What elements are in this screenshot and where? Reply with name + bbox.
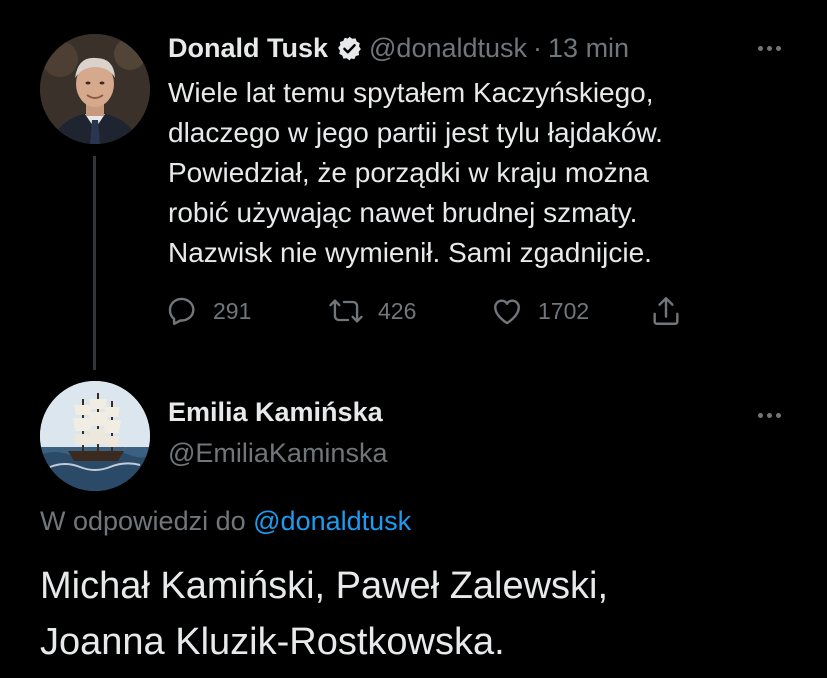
retweet-icon — [328, 294, 364, 328]
like-button[interactable]: 1702 — [490, 292, 589, 330]
tweet-header: Donald Tusk @donaldtusk · 13 min — [168, 30, 629, 66]
more-options-icon[interactable] — [752, 38, 786, 58]
share-icon — [649, 294, 683, 328]
retweet-count: 426 — [378, 297, 417, 324]
like-count: 1702 — [538, 297, 590, 324]
reply-count: 291 — [213, 297, 252, 324]
replying-to-mention-link[interactable]: @donaldtusk — [253, 506, 411, 536]
reply-text-line: Michał Kamiński, Paweł Zalewski, — [40, 565, 609, 607]
tweet-text-line: robić używając nawet brudnej szmaty. — [168, 197, 638, 228]
tweet-timestamp[interactable]: 13 min — [548, 33, 629, 64]
more-options-icon[interactable] — [752, 405, 786, 425]
author-handle[interactable]: @donaldtusk — [369, 33, 527, 64]
heart-icon — [490, 294, 524, 328]
reply-text-line: Joanna Kluzik-Rostkowska. — [40, 621, 505, 663]
reply-button[interactable]: 291 — [165, 292, 251, 330]
author-display-name[interactable]: Donald Tusk — [168, 33, 328, 64]
sailing-ship-avatar-icon[interactable] — [40, 381, 150, 491]
tweet-text: Wiele lat temu spytałem Kaczyńskiego, dl… — [168, 73, 768, 273]
reply-text: Michał Kamiński, Paweł Zalewski, Joanna … — [40, 558, 608, 670]
share-button[interactable] — [649, 292, 683, 330]
tweet-text-line: Powiedział, że porządki w kraju można — [168, 157, 649, 188]
tweet-text-line: Wiele lat temu spytałem Kaczyńskiego, — [168, 77, 654, 108]
tweet-text-line: Nazwisk nie wymienił. Sami zgadnijcie. — [168, 237, 652, 268]
reply-icon — [165, 294, 199, 328]
avatar-photo-icon[interactable] — [40, 34, 150, 144]
tweet-text-line: dlaczego w jego partii jest tylu łajdakó… — [168, 117, 663, 148]
replying-to-prefix: W odpowiedzi do — [40, 506, 246, 536]
thread-connector-line — [93, 156, 96, 370]
verified-badge-icon — [336, 35, 363, 62]
reply-author-display-name[interactable]: Emilia Kamińska — [168, 397, 383, 428]
retweet-button[interactable]: 426 — [328, 292, 416, 330]
reply-author-handle[interactable]: @EmiliaKaminska — [168, 438, 387, 469]
replying-to-label: W odpowiedzi do @donaldtusk — [40, 506, 411, 537]
separator-dot: · — [533, 32, 543, 63]
